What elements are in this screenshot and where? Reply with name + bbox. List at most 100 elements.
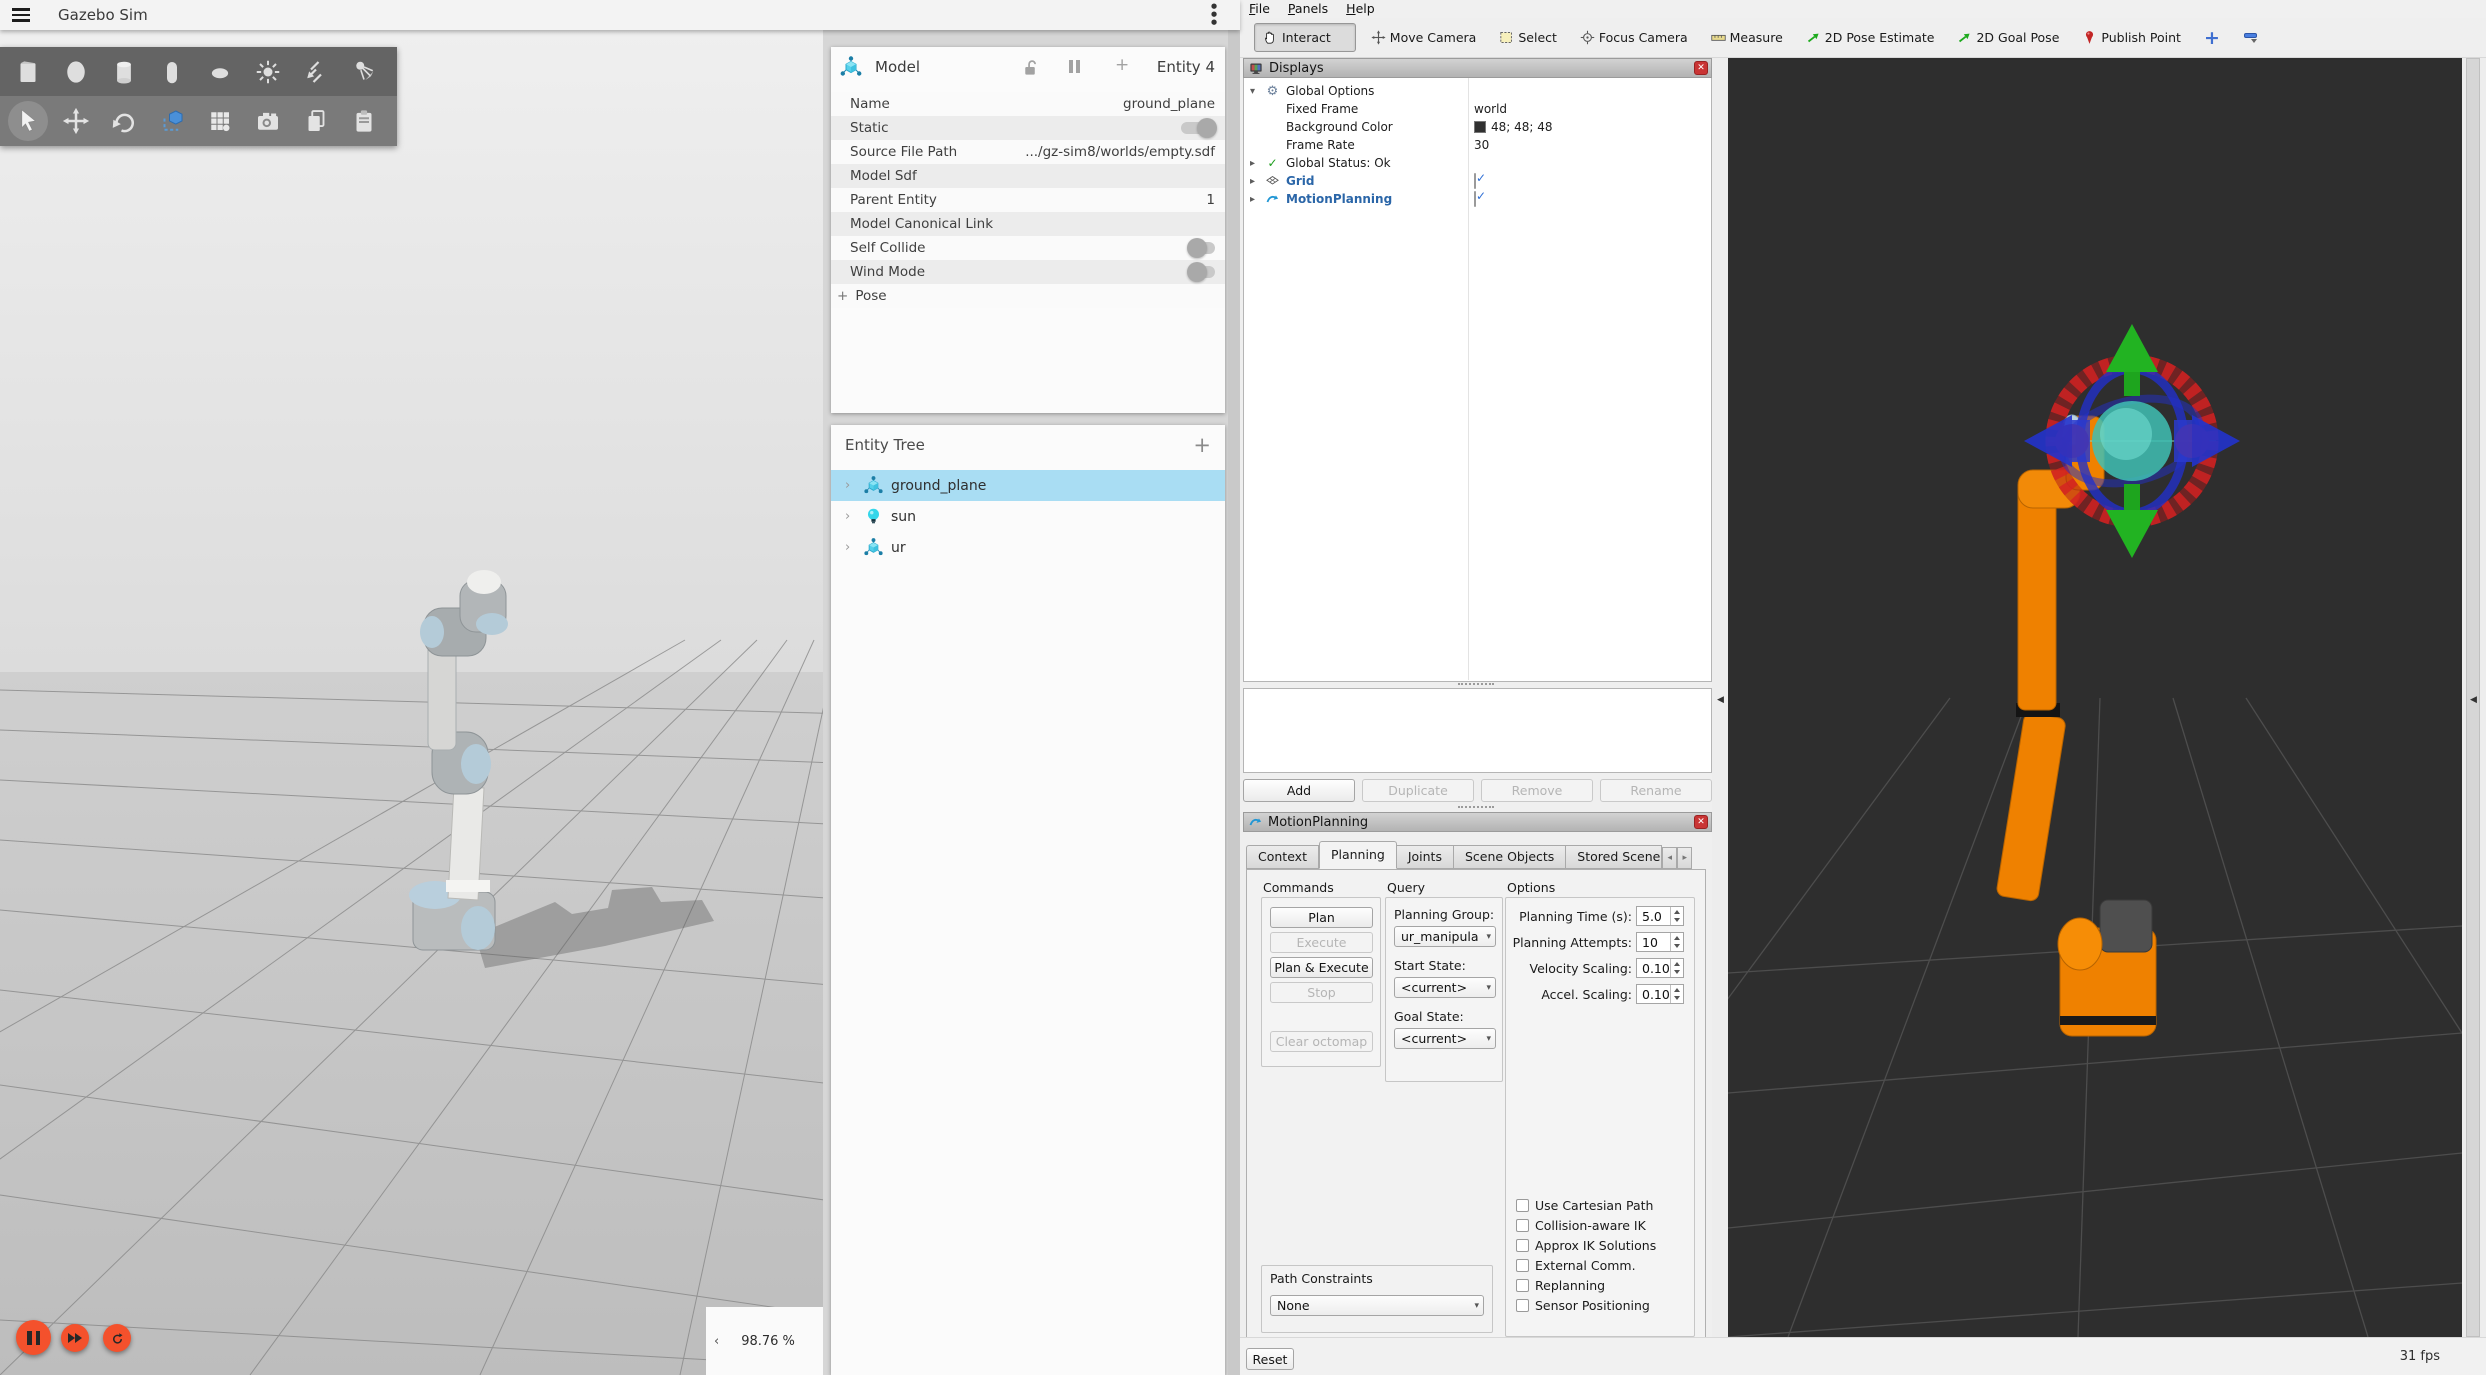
menu-file[interactable]: File (1240, 0, 1279, 18)
grid-enabled-checkbox[interactable] (1474, 173, 1476, 189)
property-row-pose[interactable]: + Pose (831, 284, 1225, 308)
motionplanning-enabled-checkbox[interactable] (1474, 191, 1476, 207)
background-color-value[interactable]: 48; 48; 48 (1474, 120, 1553, 134)
pose-estimate-tool-button[interactable]: 2D Pose Estimate (1797, 23, 1943, 52)
pause-button[interactable] (16, 1320, 51, 1355)
tree-row-motionplanning[interactable]: ▸ MotionPlanning (1244, 190, 1711, 208)
tab-scroll-left-icon[interactable]: ◂ (1662, 847, 1677, 869)
close-motionplanning-icon[interactable]: ✕ (1694, 815, 1708, 829)
velocity-scaling-spinbox[interactable]: 0.10 (1636, 958, 1684, 978)
reset-simulation-button[interactable] (103, 1324, 131, 1352)
insert-point-light-icon[interactable] (244, 50, 292, 94)
rename-display-button[interactable]: Rename (1600, 779, 1712, 802)
copy-icon[interactable] (292, 99, 340, 143)
gazebo-panel-scrollbar[interactable] (1228, 30, 1240, 1375)
self-collide-toggle[interactable] (1189, 242, 1215, 254)
external-comm-checkbox[interactable] (1516, 1259, 1529, 1272)
tree-row-grid[interactable]: ▸ Grid (1244, 172, 1711, 190)
tree-row-fixed-frame[interactable]: Fixed Frame world (1244, 100, 1711, 118)
tree-row-global-options[interactable]: ▾ ⚙ Global Options (1244, 82, 1711, 100)
motionplanning-panel-titlebar[interactable]: MotionPlanning ✕ (1243, 812, 1712, 832)
replanning-checkbox[interactable] (1516, 1279, 1529, 1292)
insert-capsule-icon[interactable] (148, 50, 196, 94)
tree-row-global-status[interactable]: ▸ ✓ Global Status: Ok (1244, 154, 1711, 172)
select-mode-icon[interactable] (8, 101, 48, 141)
add-tool-icon[interactable]: + (2195, 26, 2229, 50)
expand-chevron-icon[interactable]: › (845, 540, 863, 555)
hamburger-menu-icon[interactable] (12, 8, 30, 22)
collapse-dock-icon[interactable]: ◀ (1717, 695, 1724, 705)
lock-icon[interactable] (1021, 58, 1040, 77)
tab-joints[interactable]: Joints (1397, 845, 1454, 869)
add-entity-icon[interactable]: + (1193, 433, 1211, 457)
add-display-button[interactable]: Add (1243, 779, 1355, 802)
frame-rate-value[interactable]: 30 (1474, 138, 1489, 152)
insert-spot-light-icon[interactable] (340, 50, 388, 94)
insert-ellipsoid-icon[interactable] (196, 50, 244, 94)
rotate-mode-icon[interactable] (100, 99, 148, 143)
expand-chevron-icon[interactable]: › (845, 478, 863, 493)
select-tool-button[interactable]: Select (1490, 23, 1565, 52)
publish-point-tool-button[interactable]: Publish Point (2073, 23, 2189, 52)
tab-context[interactable]: Context (1246, 845, 1319, 869)
expand-right-panel-icon[interactable]: ◀ (2470, 695, 2477, 705)
collapsed-right-panel[interactable]: ◀ (2462, 58, 2486, 1337)
add-component-icon[interactable]: + (1115, 55, 1129, 75)
use-cartesian-path-checkbox[interactable] (1516, 1199, 1529, 1212)
insert-sphere-icon[interactable] (52, 50, 100, 94)
tab-planning[interactable]: Planning (1319, 841, 1397, 869)
step-forward-button[interactable] (61, 1324, 89, 1352)
entity-row-sun[interactable]: › sun (831, 501, 1225, 532)
dock-resize-gutter[interactable]: ◀ (1712, 58, 1728, 1337)
execute-button[interactable]: Execute (1270, 932, 1373, 953)
remove-tool-icon[interactable] (2235, 30, 2266, 46)
wind-mode-toggle[interactable] (1189, 266, 1215, 278)
expand-pose-icon[interactable]: + (837, 288, 848, 304)
approx-ik-solutions-checkbox[interactable] (1516, 1239, 1529, 1252)
insert-directional-light-icon[interactable] (292, 50, 340, 94)
gazebo-robot-arm[interactable] (380, 550, 740, 990)
expand-chevron-icon[interactable]: › (845, 509, 863, 524)
plan-button[interactable]: Plan (1270, 907, 1373, 928)
interact-tool-button[interactable]: Interact (1254, 23, 1356, 52)
path-constraints-dropdown[interactable]: None (1270, 1295, 1484, 1316)
entity-row-ground-plane[interactable]: › ground_plane (831, 470, 1225, 501)
expand-caret-icon[interactable]: ▸ (1250, 158, 1255, 169)
static-toggle[interactable] (1181, 122, 1215, 134)
goal-state-dropdown[interactable]: <current> (1394, 1028, 1496, 1049)
menu-help[interactable]: Help (1337, 0, 1384, 18)
move-camera-tool-button[interactable]: Move Camera (1362, 23, 1485, 52)
tab-scroll-right-icon[interactable]: ▸ (1677, 847, 1692, 869)
entity-row-ur[interactable]: › ur (831, 532, 1225, 563)
tab-scene-objects[interactable]: Scene Objects (1454, 845, 1566, 869)
collapse-caret-icon[interactable]: ▾ (1250, 86, 1255, 97)
plan-and-execute-button[interactable]: Plan & Execute (1270, 957, 1373, 978)
insert-box-icon[interactable] (4, 50, 52, 94)
displays-panel-titlebar[interactable]: Displays ✕ (1243, 58, 1712, 78)
splitter-handle[interactable] (1458, 806, 1494, 808)
fixed-frame-value[interactable]: world (1474, 102, 1507, 116)
stop-button[interactable]: Stop (1270, 982, 1373, 1003)
menu-panels[interactable]: Panels (1279, 0, 1337, 18)
splitter-handle[interactable] (1458, 683, 1494, 685)
focus-camera-tool-button[interactable]: Focus Camera (1571, 23, 1696, 52)
expand-caret-icon[interactable]: ▸ (1250, 176, 1255, 187)
duplicate-display-button[interactable]: Duplicate (1362, 779, 1474, 802)
screenshot-camera-icon[interactable] (244, 99, 292, 143)
remove-display-button[interactable]: Remove (1481, 779, 1593, 802)
expand-caret-icon[interactable]: ▸ (1250, 194, 1255, 205)
tab-stored-scenes[interactable]: Stored Scenes (1566, 845, 1662, 869)
rviz-3d-viewport[interactable] (1728, 58, 2462, 1337)
tree-row-frame-rate[interactable]: Frame Rate 30 (1244, 136, 1711, 154)
rtf-collapse-icon[interactable]: ‹ (714, 1334, 719, 1349)
paste-icon[interactable] (340, 99, 388, 143)
close-displays-icon[interactable]: ✕ (1694, 61, 1708, 75)
insert-cylinder-icon[interactable] (100, 50, 148, 94)
planning-time-spinbox[interactable]: 5.0 (1636, 906, 1684, 926)
reset-button[interactable]: Reset (1246, 1348, 1294, 1370)
translate-mode-icon[interactable] (52, 99, 100, 143)
kebab-menu-icon[interactable]: ••• (1206, 3, 1222, 27)
pause-updates-icon[interactable] (1069, 60, 1080, 73)
sensor-positioning-checkbox[interactable] (1516, 1299, 1529, 1312)
accel-scaling-spinbox[interactable]: 0.10 (1636, 984, 1684, 1004)
